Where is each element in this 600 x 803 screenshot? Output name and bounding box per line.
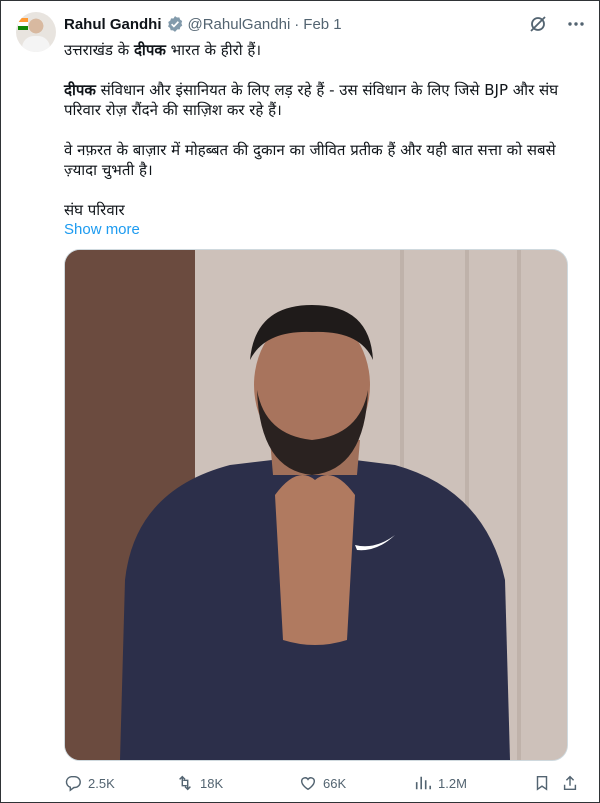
tweet-paragraph-4: संघ परिवार	[64, 201, 125, 219]
share-button[interactable]	[561, 774, 579, 792]
flag-icon	[18, 18, 28, 30]
bookmark-icon	[536, 775, 548, 791]
like-button[interactable]: 66K	[299, 774, 346, 792]
grok-icon[interactable]	[528, 14, 548, 34]
tweet-paragraph-3: वे नफ़रत के बाज़ार में मोहब्बत की दुकान …	[64, 141, 556, 179]
tweet-text: उत्तराखंड के दीपक भारत के हीरो हैं। दीपक…	[64, 40, 580, 240]
like-count: 66K	[323, 775, 347, 791]
views-button[interactable]: 1.2M	[414, 774, 467, 792]
separator: ·	[294, 15, 300, 33]
tweet-paragraph-2: दीपक संविधान और इंसानियत के लिए लड़ रहे …	[64, 81, 559, 119]
share-icon	[563, 775, 577, 791]
tweet-actions: 2.5K 18K 66K 1.2M	[64, 770, 584, 796]
tweet-date[interactable]: Feb 1	[303, 16, 341, 33]
reply-count: 2.5K	[88, 775, 115, 791]
tweet-line-1: उत्तराखंड के दीपक भारत के हीरो हैं।	[64, 41, 262, 59]
tweet-header: Rahul Gandhi @RahulGandhi · Feb 1	[64, 14, 342, 34]
bookmark-button[interactable]	[533, 774, 551, 792]
show-more-link[interactable]: Show more	[64, 220, 580, 240]
retweet-icon	[179, 775, 191, 791]
author-handle[interactable]: @RahulGandhi	[188, 16, 291, 33]
video-frame-image	[65, 250, 567, 760]
reply-button[interactable]: 2.5K	[64, 774, 115, 792]
view-count: 1.2M	[438, 775, 467, 791]
views-icon	[415, 776, 432, 790]
avatar[interactable]	[16, 12, 56, 52]
tweet-video[interactable]	[64, 249, 568, 761]
like-icon	[300, 777, 316, 791]
verified-badge-icon	[166, 15, 184, 33]
reply-icon	[65, 775, 81, 792]
more-icon[interactable]	[566, 14, 586, 34]
retweet-count: 18K	[200, 775, 224, 791]
retweet-button[interactable]: 18K	[176, 774, 223, 792]
author-name[interactable]: Rahul Gandhi	[64, 16, 162, 33]
